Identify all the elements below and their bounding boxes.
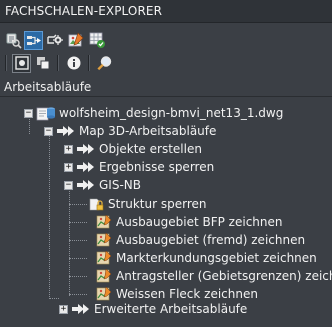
tree-node-label: wolfsheim_design-bmvi_net13_1.dwg xyxy=(59,106,284,120)
tree-leaf-ausbaugebiet-fremd[interactable]: Ausbaugebiet (fremd) zeichnen xyxy=(96,231,305,249)
tree-node-label: Erweiterte Arbeitsabläufe xyxy=(94,302,248,316)
workflow-explorer-icon xyxy=(27,35,41,45)
info-button[interactable] xyxy=(64,54,83,73)
copy-button[interactable] xyxy=(33,54,52,73)
toolbar-row-2 xyxy=(0,52,114,74)
workflow-tree: − wolfsheim_design-bmvi_net13_1.dwg − Ma… xyxy=(0,96,332,327)
collapse-toggle[interactable]: − xyxy=(44,126,53,136)
settings-nodes-icon xyxy=(46,34,63,45)
fachschalen-explorer-panel: FACHSCHALEN-EXPLORER Arbeitsabläufe − wo… xyxy=(0,0,332,327)
collapse-toggle[interactable]: − xyxy=(24,108,33,118)
expand-toggle[interactable]: + xyxy=(64,144,73,154)
tree-node-label: Map 3D-Arbeitsabläufe xyxy=(79,124,217,138)
panel-title: FACHSCHALEN-EXPLORER xyxy=(0,0,332,23)
data-connect-button[interactable] xyxy=(3,31,22,50)
search-button[interactable] xyxy=(95,54,114,73)
tree-node-objekte-erstellen[interactable]: + Objekte erstellen xyxy=(64,140,202,158)
settings-nodes-button[interactable] xyxy=(45,31,64,50)
section-label: Arbeitsabläufe xyxy=(4,80,92,94)
workflow-explorer-button[interactable] xyxy=(24,30,43,50)
info-icon xyxy=(67,56,80,70)
data-connect-icon xyxy=(6,33,22,49)
tree-leaf-markterkundungsgebiet[interactable]: Markterkundungsgebiet zeichnen xyxy=(96,249,317,267)
tree-connector xyxy=(69,276,87,277)
record-icon xyxy=(14,56,29,70)
toolbar-separator xyxy=(57,55,59,71)
copy-icon xyxy=(36,57,49,70)
search-icon xyxy=(97,55,112,70)
tree-node-label: GIS-NB xyxy=(99,178,141,192)
expand-toggle[interactable]: + xyxy=(59,304,68,314)
tree-leaf-antragsteller[interactable]: Antragsteller (Gebietsgrenzen) zeichnen xyxy=(96,267,332,285)
map-edit-icon xyxy=(68,32,83,47)
workflow-arrow-icon xyxy=(76,159,96,175)
tree-node-label: Antragsteller (Gebietsgrenzen) zeichnen xyxy=(116,269,332,283)
tree-node-label: Weissen Fleck zeichnen xyxy=(116,287,258,301)
tree-node-label: Markterkundungsgebiet zeichnen xyxy=(116,251,317,265)
tree-node-ergebnisse-sperren[interactable]: + Ergebnisse sperren xyxy=(64,158,214,176)
grid-check-button[interactable] xyxy=(87,31,106,50)
draw-map-icon xyxy=(96,250,112,266)
workflow-arrow-icon xyxy=(71,301,91,317)
tree-connector xyxy=(69,204,87,205)
tree-node-map3d-workflows[interactable]: − Map 3D-Arbeitsabläufe xyxy=(44,122,216,140)
grid-check-icon xyxy=(89,32,105,48)
tree-leaf-struktur-sperren[interactable]: Struktur sperren xyxy=(88,195,207,213)
tree-node-label: Ausbaugebiet (fremd) zeichnen xyxy=(116,233,306,247)
tree-connector xyxy=(69,240,87,241)
tree-node-label: Objekte erstellen xyxy=(99,142,202,156)
tree-node-erweiterte-workflows[interactable]: + Erweiterte Arbeitsabläufe xyxy=(59,300,247,318)
tree-node-label: Struktur sperren xyxy=(108,197,207,211)
workflow-arrow-icon xyxy=(76,177,96,193)
workflow-arrow-icon xyxy=(76,141,96,157)
workflow-arrow-icon xyxy=(56,123,76,139)
draw-map-icon xyxy=(96,214,112,230)
tree-connector xyxy=(69,294,87,295)
toolbar-separator xyxy=(88,55,90,71)
map-edit-button[interactable] xyxy=(66,31,85,50)
tree-connector xyxy=(69,258,87,259)
collapse-toggle[interactable]: − xyxy=(64,180,73,190)
toolbar-row-1 xyxy=(0,29,106,51)
expand-toggle[interactable]: + xyxy=(64,162,73,172)
tree-node-label: Ausbaugebiet BFP zeichnen xyxy=(116,215,283,229)
lock-icon xyxy=(88,196,104,212)
panel-title-text: FACHSCHALEN-EXPLORER xyxy=(5,4,163,18)
tree-node-gis-nb[interactable]: − GIS-NB xyxy=(64,176,141,194)
tree-connector xyxy=(69,222,87,223)
draw-map-icon xyxy=(96,232,112,248)
tree-connector xyxy=(49,131,50,299)
tree-node-root[interactable]: − wolfsheim_design-bmvi_net13_1.dwg xyxy=(24,104,283,122)
tree-leaf-ausbaugebiet-bfp[interactable]: Ausbaugebiet BFP zeichnen xyxy=(96,213,283,231)
tree-connector xyxy=(49,298,59,299)
dwg-database-icon xyxy=(36,105,56,121)
record-button[interactable] xyxy=(12,53,31,73)
toolbar-separator xyxy=(5,55,7,71)
tree-node-label: Ergebnisse sperren xyxy=(99,160,215,174)
draw-map-icon xyxy=(96,268,112,284)
